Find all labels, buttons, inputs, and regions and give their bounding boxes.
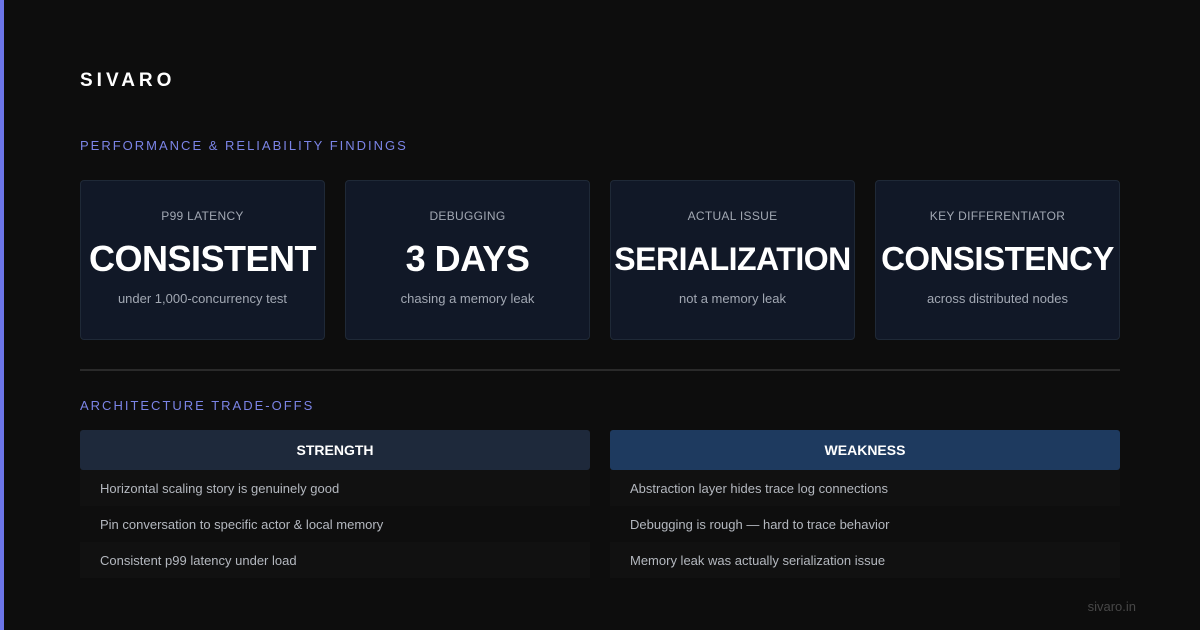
- metric-value: 3 DAYS: [405, 238, 530, 279]
- metric-card-key-differentiator: KEY DIFFERENTIATOR CONSISTENCY across di…: [875, 180, 1120, 340]
- list-item: Memory leak was actually serialization i…: [610, 542, 1120, 578]
- weakness-header: WEAKNESS: [610, 430, 1120, 470]
- metric-note: under 1,000-concurrency test: [117, 291, 288, 306]
- metric-label: ACTUAL ISSUE: [687, 209, 778, 223]
- metric-value: SERIALIZATION: [614, 241, 851, 277]
- list-item: Pin conversation to specific actor & loc…: [80, 506, 590, 542]
- weakness-list: Abstraction layer hides trace log connec…: [610, 470, 1120, 578]
- metric-note: across distributed nodes: [927, 291, 1068, 306]
- metric-label: P99 LATENCY: [161, 209, 244, 223]
- brand-logo: SIVARO: [80, 70, 176, 91]
- metric-label: KEY DIFFERENTIATOR: [929, 209, 1066, 223]
- footer-url[interactable]: sivaro.in: [1088, 599, 1136, 614]
- metric-note: not a memory leak: [679, 291, 786, 306]
- list-item: Horizontal scaling story is genuinely go…: [80, 470, 590, 506]
- tradeoffs-section-title: ARCHITECTURE TRADE-OFFS: [80, 398, 315, 413]
- strength-column: STRENGTH Horizontal scaling story is gen…: [80, 430, 590, 578]
- metric-value: CONSISTENT: [88, 238, 317, 279]
- metric-card-debugging: DEBUGGING 3 DAYS chasing a memory leak: [345, 180, 590, 340]
- metric-value: CONSISTENCY: [881, 240, 1114, 277]
- metric-cards: P99 LATENCY CONSISTENT under 1,000-concu…: [80, 180, 1120, 340]
- list-item: Abstraction layer hides trace log connec…: [610, 470, 1120, 506]
- section-divider: [80, 369, 1120, 371]
- strength-list: Horizontal scaling story is genuinely go…: [80, 470, 590, 578]
- tradeoffs-table: STRENGTH Horizontal scaling story is gen…: [80, 430, 1120, 578]
- metric-card-actual-issue: ACTUAL ISSUE SERIALIZATION not a memory …: [610, 180, 855, 340]
- findings-section-title: PERFORMANCE & RELIABILITY FINDINGS: [80, 138, 408, 153]
- strength-header: STRENGTH: [80, 430, 590, 470]
- metric-card-p99-latency: P99 LATENCY CONSISTENT under 1,000-concu…: [80, 180, 325, 340]
- accent-bar: [0, 0, 4, 630]
- list-item: Consistent p99 latency under load: [80, 542, 590, 578]
- metric-label: DEBUGGING: [429, 209, 506, 223]
- weakness-column: WEAKNESS Abstraction layer hides trace l…: [610, 430, 1120, 578]
- list-item: Debugging is rough — hard to trace behav…: [610, 506, 1120, 542]
- metric-note: chasing a memory leak: [400, 291, 535, 306]
